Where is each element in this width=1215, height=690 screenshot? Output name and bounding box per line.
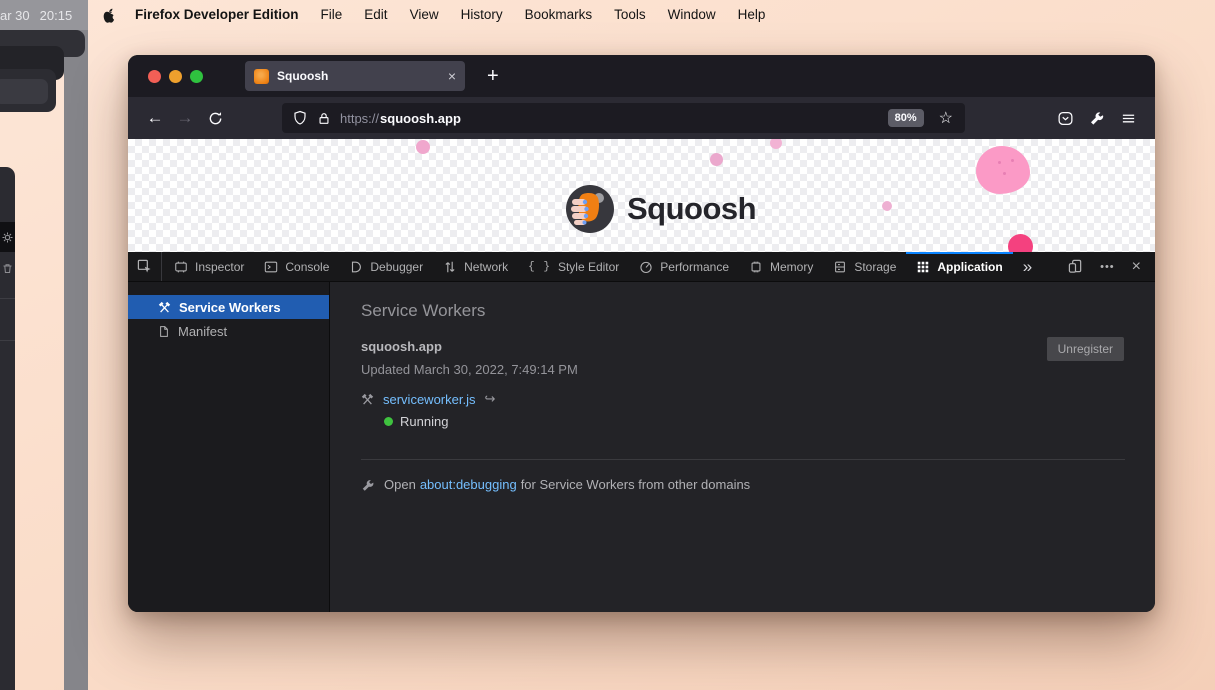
application-sidebar: Service Workers Manifest [128, 282, 330, 612]
firefox-window: Squoosh × + ← → https:// squoosh.app 80%… [128, 55, 1155, 612]
squoosh-wordmark: Squoosh [627, 191, 756, 227]
hammers-icon [361, 393, 374, 406]
menu-tools[interactable]: Tools [603, 7, 657, 22]
open-source-arrow-icon[interactable]: ↪ [484, 391, 495, 407]
tab-overflow-chevron[interactable]: » [1013, 252, 1042, 281]
running-status-icon [384, 417, 393, 426]
menu-view[interactable]: View [399, 7, 450, 22]
footer-text: Openabout:debuggingfor Service Workers f… [384, 477, 750, 492]
reload-button[interactable] [200, 111, 230, 126]
devtools-tab-performance[interactable]: Performance [629, 252, 739, 281]
responsive-design-icon[interactable] [1068, 259, 1083, 274]
clock-time: 20:15 [40, 8, 73, 23]
lock-icon[interactable] [317, 111, 331, 126]
menu-help[interactable]: Help [727, 7, 777, 22]
devtools-tab-style-editor[interactable]: { }Style Editor [518, 252, 629, 281]
devtools-tab-inspector[interactable]: Inspector [164, 252, 254, 281]
gear-icon [2, 232, 13, 243]
browser-tab-squoosh[interactable]: Squoosh × [245, 61, 465, 91]
hamburger-menu-icon[interactable] [1120, 111, 1137, 126]
new-tab-button[interactable]: + [487, 65, 499, 88]
menu-bookmarks[interactable]: Bookmarks [514, 7, 604, 22]
clock-date: ar 30 [0, 8, 30, 23]
pink-dot [770, 139, 782, 149]
devtools-tab-console[interactable]: Console [254, 252, 339, 281]
document-icon [158, 325, 170, 338]
divider [361, 459, 1125, 460]
devtools-tab-memory[interactable]: Memory [739, 252, 823, 281]
tracking-shield-icon[interactable] [292, 110, 308, 126]
background-window-fragment [0, 79, 48, 104]
zoom-window-button[interactable] [190, 70, 203, 83]
pocket-icon[interactable] [1057, 110, 1074, 127]
squoosh-favicon-icon [254, 69, 269, 84]
pink-dot [710, 153, 723, 166]
divider [0, 298, 15, 299]
panel-heading: Service Workers [361, 301, 1125, 321]
devtools-tabbar: Inspector Console Debugger Network { }St… [128, 252, 1155, 282]
serviceworker-link[interactable]: serviceworker.js [383, 392, 475, 407]
menu-window[interactable]: Window [657, 7, 727, 22]
background-sidebar-trash-row[interactable] [0, 254, 15, 282]
background-sidebar-gear-row[interactable] [0, 222, 15, 252]
pink-blob [976, 146, 1030, 194]
toolbar-right-icons [1057, 110, 1143, 127]
devtools-tab-storage[interactable]: Storage [823, 252, 906, 281]
close-window-button[interactable] [148, 70, 161, 83]
service-workers-panel: Service Workers squoosh.app Updated Marc… [330, 282, 1155, 612]
devtools-wrench-icon[interactable] [1089, 110, 1105, 126]
left-screen-menubar: ar 30 20:15 [0, 0, 88, 30]
pink-dot [1008, 234, 1033, 252]
minimize-window-button[interactable] [169, 70, 182, 83]
forward-button[interactable]: → [170, 108, 200, 128]
devtools-body: Service Workers Manifest Service Workers… [128, 282, 1155, 612]
url-scheme: https:// [340, 111, 379, 126]
macos-menubar: Firefox Developer Edition File Edit View… [88, 0, 1215, 29]
navigation-toolbar: ← → https:// squoosh.app 80% ☆ [128, 97, 1155, 139]
devtools-close-icon[interactable]: × [1132, 258, 1141, 276]
squoosh-brand: Squoosh [566, 185, 756, 233]
tab-strip: Squoosh × + [128, 55, 1155, 97]
devtools-tab-application[interactable]: Application [906, 252, 1012, 281]
unregister-button[interactable]: Unregister [1047, 337, 1124, 361]
worker-status-row: Running [361, 414, 1125, 429]
left-screen-edge [64, 0, 88, 690]
url-host: squoosh.app [380, 111, 461, 126]
url-bar[interactable]: https:// squoosh.app 80% ☆ [282, 103, 965, 133]
pick-element-button[interactable] [128, 252, 162, 281]
worker-updated: Updated March 30, 2022, 7:49:14 PM [361, 362, 1125, 377]
bookmark-star-icon[interactable]: ☆ [939, 108, 953, 128]
devtools-panel: Inspector Console Debugger Network { }St… [128, 252, 1155, 612]
back-button[interactable]: ← [140, 108, 170, 128]
sidebar-item-manifest[interactable]: Manifest [128, 319, 329, 343]
tab-title: Squoosh [277, 69, 328, 83]
worker-row: serviceworker.js ↪ [361, 391, 1125, 407]
apple-menu[interactable] [102, 7, 116, 23]
wrench-icon [361, 478, 375, 492]
hammers-icon [158, 301, 171, 314]
panel-footer: Openabout:debuggingfor Service Workers f… [361, 477, 1125, 492]
tab-close-icon[interactable]: × [448, 68, 456, 84]
menu-edit[interactable]: Edit [353, 7, 398, 22]
zoom-level-badge[interactable]: 80% [888, 109, 924, 127]
devtools-menu-icon[interactable]: ••• [1100, 261, 1115, 273]
menu-file[interactable]: File [310, 7, 354, 22]
sidebar-item-service-workers[interactable]: Service Workers [128, 295, 329, 319]
traffic-lights [128, 70, 217, 83]
pink-dot [416, 140, 430, 154]
devtools-tab-debugger[interactable]: Debugger [339, 252, 433, 281]
trash-icon [2, 263, 13, 274]
devtools-tab-network[interactable]: Network [433, 252, 518, 281]
menubar-app-name[interactable]: Firefox Developer Edition [124, 7, 310, 22]
menu-history[interactable]: History [450, 7, 514, 22]
divider [0, 340, 15, 341]
devtools-toolbar-buttons: ••• × [1068, 252, 1155, 281]
page-viewport: Squoosh [128, 139, 1155, 252]
squoosh-logo-icon [566, 185, 614, 233]
worker-origin: squoosh.app [361, 339, 1125, 354]
pink-dot [882, 201, 892, 211]
worker-status: Running [400, 414, 448, 429]
braces-icon: { } [528, 261, 551, 273]
about-debugging-link[interactable]: about:debugging [420, 477, 517, 492]
